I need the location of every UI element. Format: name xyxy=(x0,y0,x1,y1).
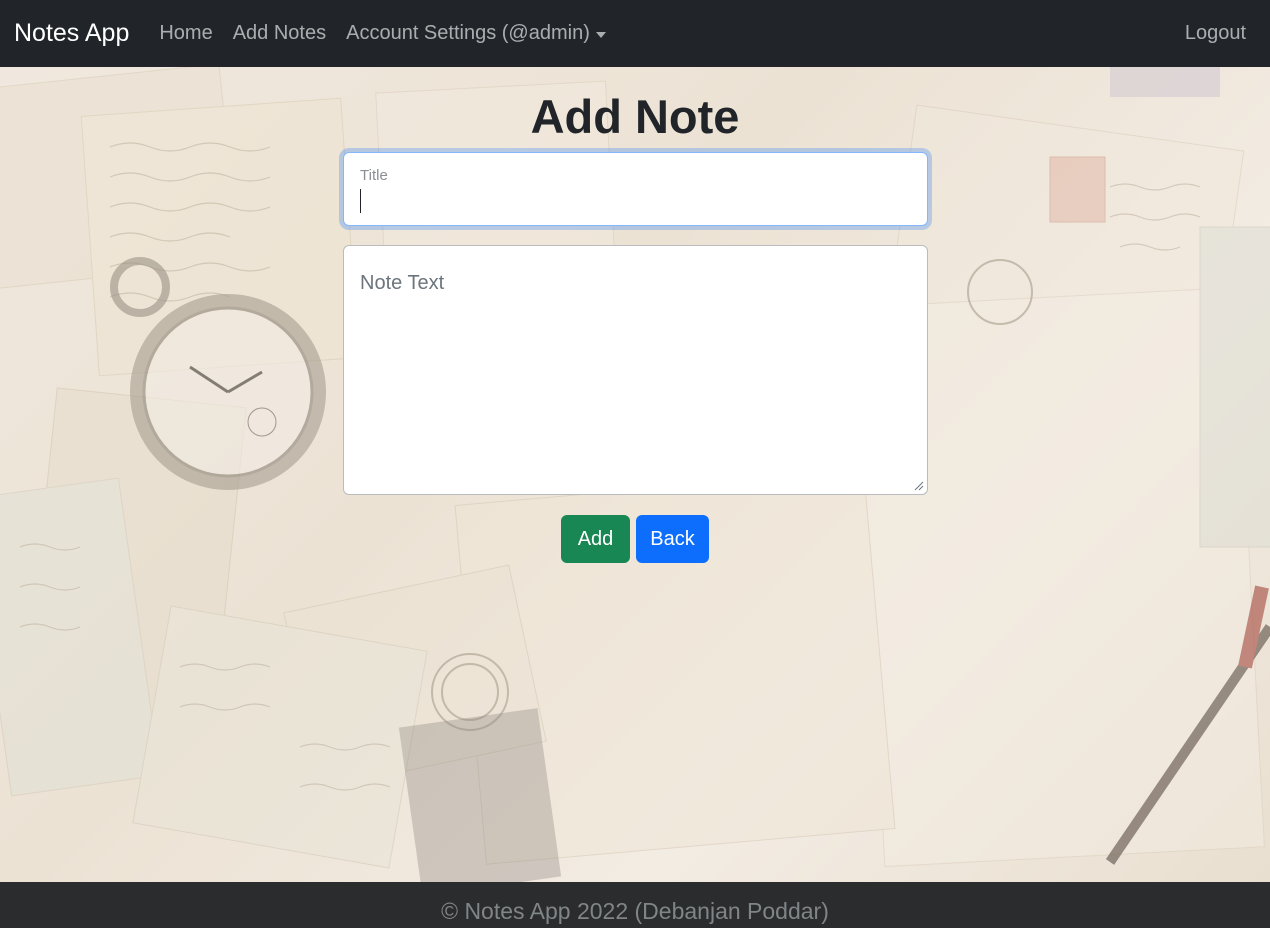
note-text-placeholder: Note Text xyxy=(360,272,445,294)
top-navbar: Notes App Home Add Notes Account Setting… xyxy=(0,0,1270,67)
note-text-area[interactable]: Note Text xyxy=(343,245,928,495)
navbar-brand[interactable]: Notes App xyxy=(14,19,129,48)
chevron-down-icon xyxy=(595,31,606,38)
nav-link-home[interactable]: Home xyxy=(159,22,212,45)
title-floating-label: Title xyxy=(360,167,388,184)
nav-link-add-notes[interactable]: Add Notes xyxy=(233,22,326,45)
nav-link-account-settings[interactable]: Account Settings (@admin) xyxy=(346,22,606,45)
resize-handle-icon[interactable] xyxy=(914,481,924,491)
page-title: Add Note xyxy=(530,90,740,143)
logout-link[interactable]: Logout xyxy=(1185,22,1246,45)
back-button[interactable]: Back xyxy=(636,515,709,563)
footer: © Notes App 2022 (Debanjan Poddar) xyxy=(0,882,1270,928)
add-button[interactable]: Add xyxy=(561,515,630,563)
add-note-form-container: Add Note Title Note Text Add Back xyxy=(0,67,1270,882)
title-input[interactable]: Title xyxy=(343,152,928,226)
text-cursor xyxy=(360,189,361,213)
footer-copyright: © Notes App 2022 (Debanjan Poddar) xyxy=(441,898,829,924)
account-settings-label: Account Settings (@admin) xyxy=(346,22,590,44)
